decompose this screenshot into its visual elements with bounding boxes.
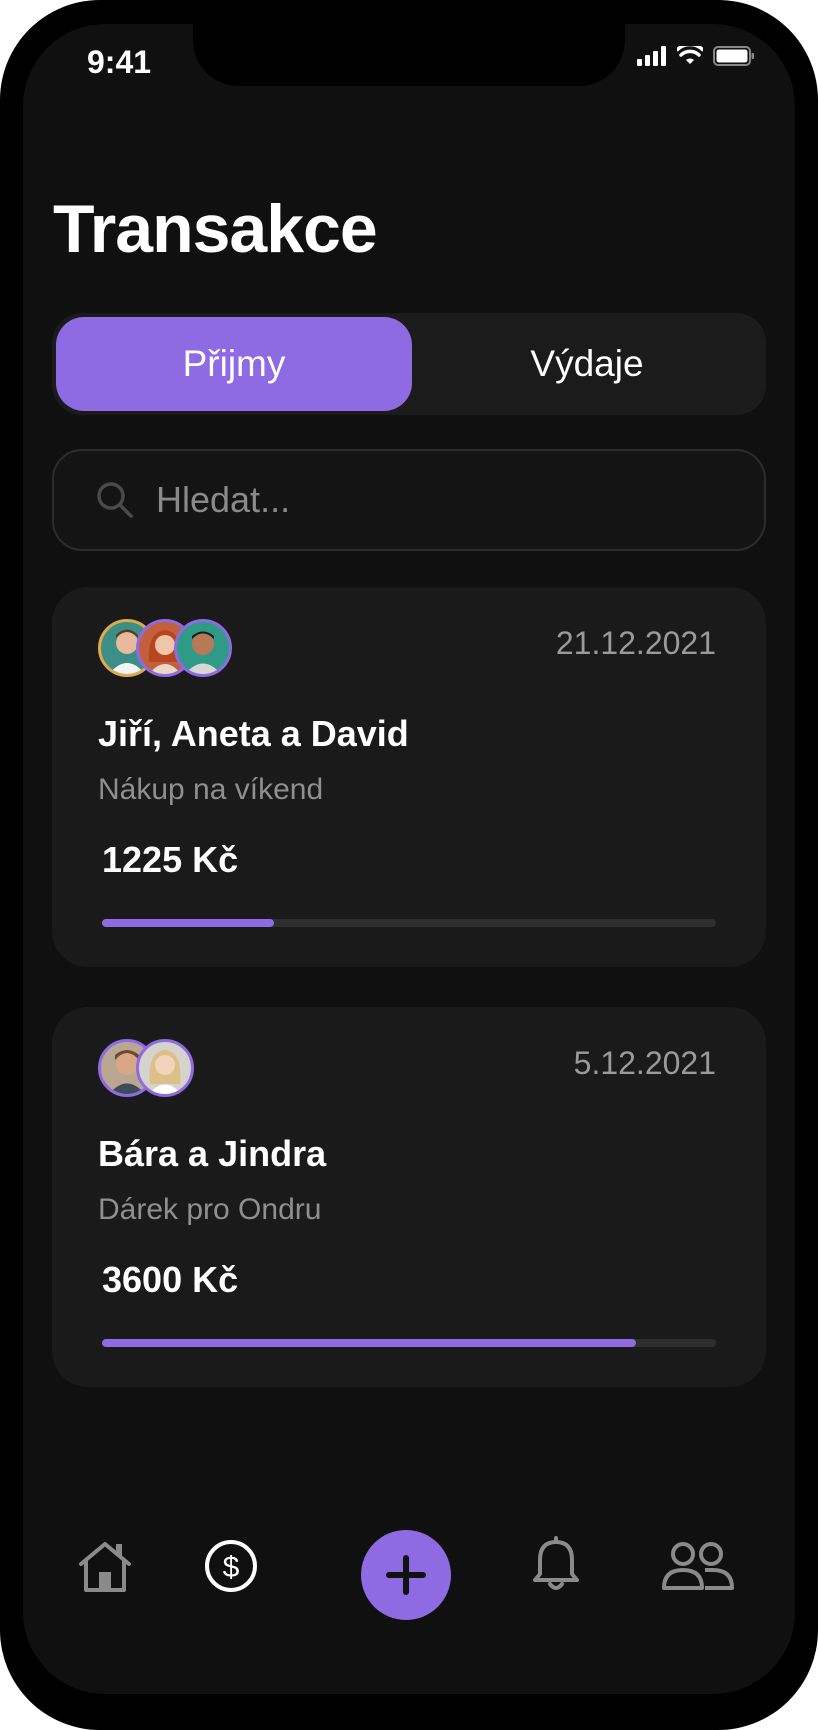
avatar-group [98,619,232,677]
segmented-control: Přijmy Výdaje [52,313,766,415]
transaction-card[interactable]: 5.12.2021 Bára a Jindra Dárek pro Ondru … [52,1007,766,1387]
search-box[interactable] [52,449,766,551]
status-time: 9:41 [87,44,152,80]
transaction-name: Jiří, Aneta a David [98,713,409,754]
transaction-amount: 1225 Kč [102,839,239,880]
plus-icon [386,1555,426,1595]
tab-home[interactable] [75,1538,135,1594]
transaction-description: Nákup na víkend [98,773,324,806]
person-avatar-icon [185,631,221,674]
dollar-icon: $ [205,1540,257,1592]
tab-vydaje[interactable]: Výdaje [412,317,762,411]
search-icon [97,482,133,518]
bell-icon [533,1536,579,1590]
users-icon [662,1542,734,1590]
tab-transactions[interactable]: $ [203,1538,259,1594]
avatar [174,619,232,677]
transaction-date: 5.12.2021 [573,1045,716,1081]
transaction-date: 21.12.2021 [555,625,716,661]
home-icon [79,1542,131,1592]
app-screen: 9:41 Transakce Přijmy Výdaje Hledat... 2… [23,24,795,1694]
avatar [136,1039,194,1097]
battery-icon [713,46,754,66]
tab-prijmy[interactable]: Přijmy [56,317,412,411]
progress-fill [102,919,274,927]
transaction-name: Bára a Jindra [98,1133,327,1174]
tab-people[interactable] [661,1540,735,1592]
bottom-tab-bar: $ [23,1530,795,1634]
status-icons [637,46,755,66]
search-input[interactable] [154,473,718,527]
person-avatar-icon [149,1050,181,1094]
progress-fill [102,1339,637,1347]
avatar-group [98,1039,194,1097]
progress-track [102,919,716,927]
add-button[interactable] [361,1530,451,1620]
tab-notifications[interactable] [531,1536,581,1594]
phone-frame: 9:41 Transakce Přijmy Výdaje Hledat... 2… [0,0,818,1730]
page-title: Transakce [53,191,378,267]
svg-text:$: $ [223,1551,240,1584]
signal-icon [637,46,666,66]
transaction-amount: 3600 Kč [102,1259,239,1300]
wifi-icon [677,46,703,64]
progress-track [102,1339,716,1347]
transaction-description: Dárek pro Ondru [98,1193,322,1226]
notch [193,24,625,86]
transaction-card[interactable]: 21.12.2021 Jiří, Aneta a David Nákup na … [52,587,766,967]
